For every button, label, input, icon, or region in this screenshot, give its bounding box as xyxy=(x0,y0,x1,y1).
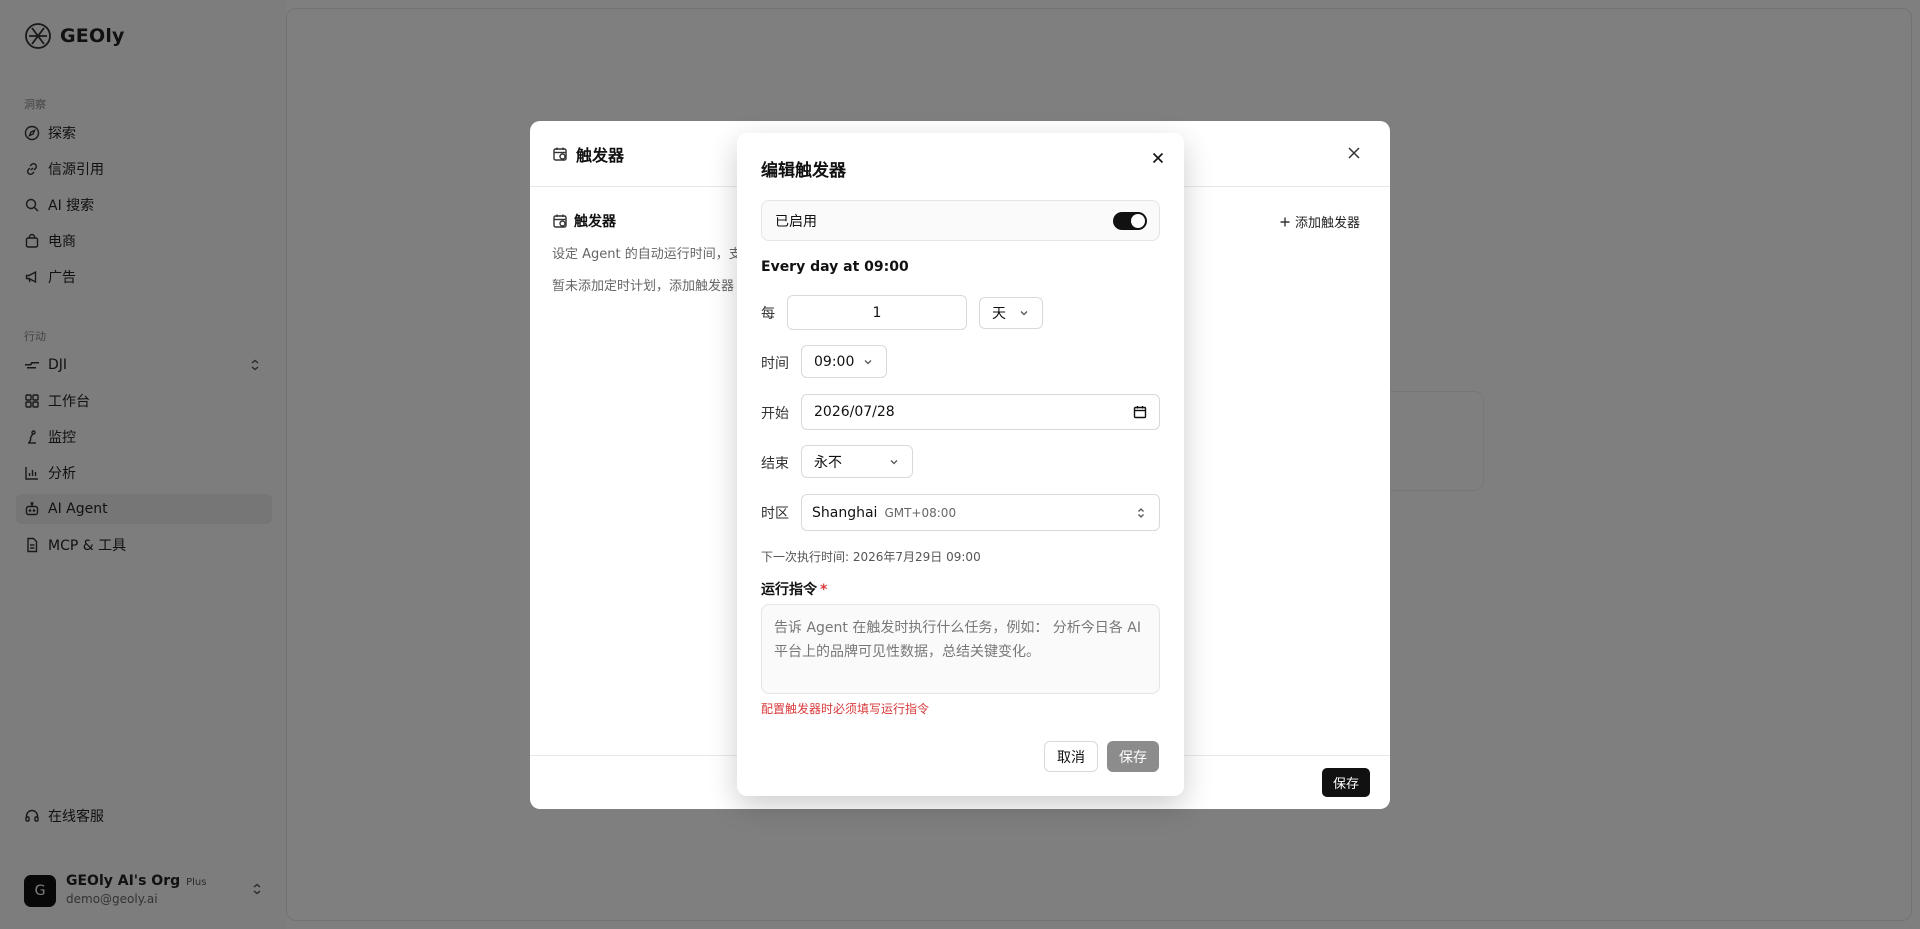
cancel-button[interactable]: 取消 xyxy=(1044,741,1098,772)
trigger-description: 设定 Agent 的自动运行时间，支 xyxy=(552,247,742,262)
start-date-value: 2026/07/28 xyxy=(814,404,895,420)
every-label: 每 xyxy=(761,306,775,322)
end-value: 永不 xyxy=(814,454,842,471)
calendar-clock-icon xyxy=(553,147,567,161)
interval-unit-value: 天 xyxy=(992,306,1006,322)
dialog-title: 编辑触发器 xyxy=(761,161,846,181)
enabled-label: 已启用 xyxy=(775,213,817,230)
calendar-icon[interactable] xyxy=(1133,405,1147,419)
end-select[interactable]: 永不 xyxy=(801,445,913,478)
time-select[interactable]: 09:00 xyxy=(801,345,887,378)
trigger-section-label: 触发器 xyxy=(574,214,616,230)
trigger-section-title: 触发器 xyxy=(552,211,616,231)
timezone-select[interactable]: Shanghai GMT+08:00 xyxy=(801,494,1160,531)
trigger-save-button[interactable]: 保存 xyxy=(1321,768,1370,797)
edit-trigger-dialog: 编辑触发器 已启用 Every day at 09:00 每 1 天 时间 09… xyxy=(737,133,1184,796)
time-value: 09:00 xyxy=(814,353,855,370)
start-label: 开始 xyxy=(761,406,789,422)
chevron-down-icon xyxy=(864,359,872,364)
time-label: 时间 xyxy=(761,356,789,372)
command-label-text: 运行指令 xyxy=(761,582,817,598)
close-icon[interactable] xyxy=(1150,150,1166,166)
calendar-clock-icon xyxy=(553,214,567,228)
close-icon[interactable] xyxy=(1346,145,1362,161)
interval-unit-select[interactable]: 天 xyxy=(979,297,1043,329)
chevron-up-down-icon xyxy=(1138,507,1144,518)
trigger-empty-state: 暂未添加定时计划，添加触发器 xyxy=(552,279,735,294)
add-trigger-label: 添加触发器 xyxy=(1294,216,1360,231)
enabled-row: 已启用 xyxy=(761,200,1160,241)
schedule-summary: Every day at 09:00 xyxy=(761,259,909,275)
required-mark: * xyxy=(820,582,828,598)
next-run-text: 下一次执行时间: 2026年7月29日 09:00 xyxy=(761,550,981,564)
chevron-down-icon xyxy=(890,459,898,464)
command-textarea[interactable]: 告诉 Agent 在触发时执行什么任务，例如： 分析今日各 AI 平台上的品牌可… xyxy=(761,604,1160,694)
command-error: 配置触发器时必须填写运行指令 xyxy=(761,702,930,716)
add-trigger-button[interactable]: 添加触发器 xyxy=(1279,212,1360,231)
interval-value: 1 xyxy=(872,304,882,321)
chevron-down-icon xyxy=(1020,311,1028,316)
timezone-label: 时区 xyxy=(761,506,789,522)
trigger-dialog-title: 触发器 xyxy=(576,145,625,165)
command-placeholder: 告诉 Agent 在触发时执行什么任务，例如： 分析今日各 AI 平台上的品牌可… xyxy=(774,620,1141,660)
command-label: 运行指令 * xyxy=(761,579,827,599)
enabled-toggle[interactable] xyxy=(1113,212,1147,230)
timezone-name: Shanghai xyxy=(812,504,878,521)
save-button[interactable]: 保存 xyxy=(1107,741,1159,772)
timezone-offset: GMT+08:00 xyxy=(884,505,957,520)
plus-icon xyxy=(1280,217,1290,226)
end-label: 结束 xyxy=(761,456,789,472)
interval-input[interactable]: 1 xyxy=(787,295,967,330)
start-date-input[interactable]: 2026/07/28 xyxy=(801,394,1160,430)
